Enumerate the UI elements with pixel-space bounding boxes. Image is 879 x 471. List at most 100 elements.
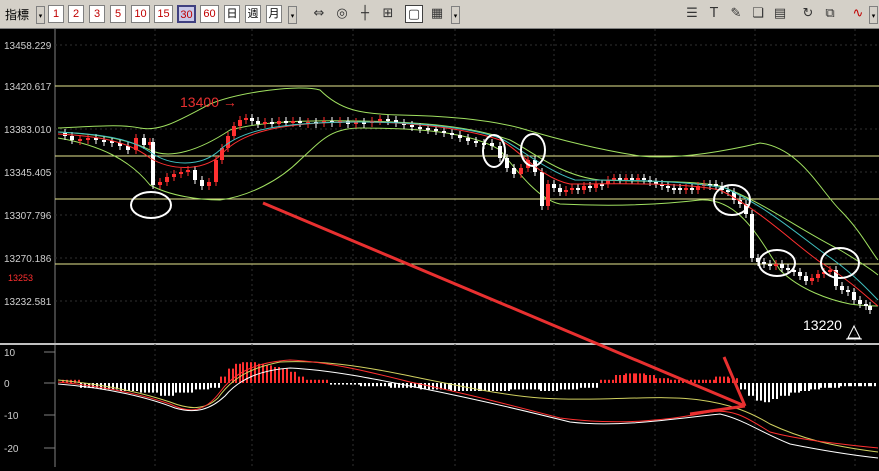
macd-histogram-bar [556, 383, 558, 391]
candle-body [450, 133, 454, 135]
macd-histogram-bar [148, 383, 150, 393]
macd-histogram-bar [818, 383, 820, 390]
arrows-h-icon[interactable]: ⇔ [310, 5, 328, 23]
candle-body [466, 138, 470, 141]
macd-histogram-bar [649, 375, 651, 383]
macd-histogram-bar [112, 383, 114, 390]
candle-body [426, 128, 430, 130]
list-icon[interactable]: ☰ [683, 5, 701, 23]
print-icon[interactable]: ▤ [771, 5, 789, 23]
candle-body [474, 141, 478, 143]
macd-histogram-bar [492, 383, 494, 391]
macd-histogram-bar [526, 383, 528, 390]
macd-histogram-bar [270, 365, 272, 383]
pen-icon[interactable]: ✎ [727, 5, 745, 23]
macd-histogram-bar [203, 383, 205, 390]
price-tick-label: 13458.229 [4, 41, 52, 52]
macd-histogram-bar [850, 383, 852, 387]
macd-histogram-bar [584, 383, 586, 388]
crosshair-icon[interactable]: ┼ [356, 5, 374, 23]
candle-body [512, 168, 516, 174]
macd-histogram-bar [645, 375, 647, 383]
macd-histogram-bar [615, 375, 617, 383]
period-2-button[interactable]: 2 [68, 5, 84, 23]
macd-histogram-bar [612, 379, 614, 383]
candle-body [750, 214, 754, 258]
layout-icon[interactable]: ▦ [428, 5, 446, 23]
candle-body [102, 140, 106, 142]
candle-body [684, 188, 688, 190]
zoom-icon[interactable]: ◎ [333, 5, 351, 23]
macd-histogram-bar [290, 371, 292, 383]
macd-histogram-bar [191, 383, 193, 393]
text-icon[interactable]: T [705, 5, 723, 23]
candle-body [232, 126, 236, 136]
macd-histogram-bar [368, 383, 370, 387]
period-15-button[interactable]: 15 [154, 5, 173, 23]
macd-panel: 10 0 -10 -20 [4, 348, 879, 459]
macd-histogram-bar [326, 379, 328, 383]
candle-body [378, 119, 382, 121]
period-day-button[interactable]: 日 [224, 5, 240, 23]
macd-histogram-bar [848, 383, 850, 387]
chart-area[interactable]: 13458.229 13420.617 13383.010 13345.405 1330… [0, 29, 879, 467]
macd-histogram-bar [740, 383, 742, 390]
price-tick-label: 13307.796 [4, 211, 52, 222]
macd-histogram-bar [282, 368, 284, 383]
candle-body [410, 125, 414, 127]
grid-icon[interactable]: ⊞ [379, 5, 397, 23]
macd-histogram-bar [838, 383, 840, 388]
macd-histogram-bar [394, 383, 396, 388]
layers-icon[interactable]: ❏ [749, 5, 767, 23]
indicator-dropdown[interactable]: ▾ [36, 6, 45, 24]
macd-histogram-bar [596, 383, 598, 388]
period-60-button[interactable]: 60 [200, 5, 219, 23]
candle-body [238, 120, 242, 126]
macd-histogram-bar [702, 379, 704, 383]
macd-histogram-bar [530, 383, 532, 390]
period-3-button[interactable]: 3 [89, 5, 105, 23]
macd-histogram-bar [302, 376, 304, 383]
tools-dropdown[interactable]: ▾ [451, 6, 460, 24]
macd-histogram-bar [800, 383, 802, 391]
macd-histogram-bar [195, 383, 197, 390]
period-10-button[interactable]: 10 [131, 5, 150, 23]
macd-histogram-bar [674, 379, 676, 383]
candle-body [284, 121, 288, 123]
candle-body [386, 119, 390, 121]
macd-histogram-bar [168, 383, 170, 396]
candle-body [70, 136, 74, 140]
macd-histogram-bar [608, 379, 610, 383]
period-1-button[interactable]: 1 [48, 5, 64, 23]
window-icon[interactable]: ▢ [405, 5, 423, 23]
macd-histogram-bar [820, 383, 822, 388]
macd-histogram-bar [698, 379, 700, 383]
refresh-icon[interactable]: ↻ [799, 5, 817, 23]
macd-histogram-bar [663, 378, 665, 383]
macd-histogram-bar [844, 383, 846, 387]
macd-histogram-bar [172, 383, 174, 396]
macd-histogram-bar [752, 383, 754, 396]
macd-histogram-bar [744, 383, 746, 390]
line-chart-icon[interactable]: ∿ [849, 5, 867, 23]
candle-body [418, 127, 422, 129]
indicator-label[interactable]: 指標 [5, 6, 29, 23]
candle-body [690, 188, 694, 190]
period-5-button[interactable]: 5 [110, 5, 126, 23]
macd-histogram-bar [342, 383, 344, 385]
period-30-button[interactable]: 30 [177, 5, 196, 23]
candle-body [78, 139, 82, 141]
macd-histogram-bar [444, 383, 446, 390]
candle-body [263, 122, 267, 124]
period-month-button[interactable]: 月 [266, 5, 282, 23]
macd-histogram-bar [436, 383, 438, 390]
copy-icon[interactable]: ⧉ [821, 5, 839, 23]
period-dropdown[interactable]: ▾ [288, 6, 297, 24]
period-week-button[interactable]: 週 [245, 5, 261, 23]
macd-histogram-bar [175, 383, 177, 393]
price-chart[interactable]: 13458.229 13420.617 13383.010 13345.405 1330… [0, 29, 879, 467]
macd-histogram-bar [474, 383, 476, 391]
candle-body [840, 286, 844, 290]
chart-type-dropdown[interactable]: ▾ [869, 6, 878, 24]
toolbar: 指標 ▾ 1 2 3 5 10 15 30 60 日 週 月 ▾ ⇔ ◎ ┼ ⊞ ▢ ▦ ▾ … [0, 0, 879, 29]
